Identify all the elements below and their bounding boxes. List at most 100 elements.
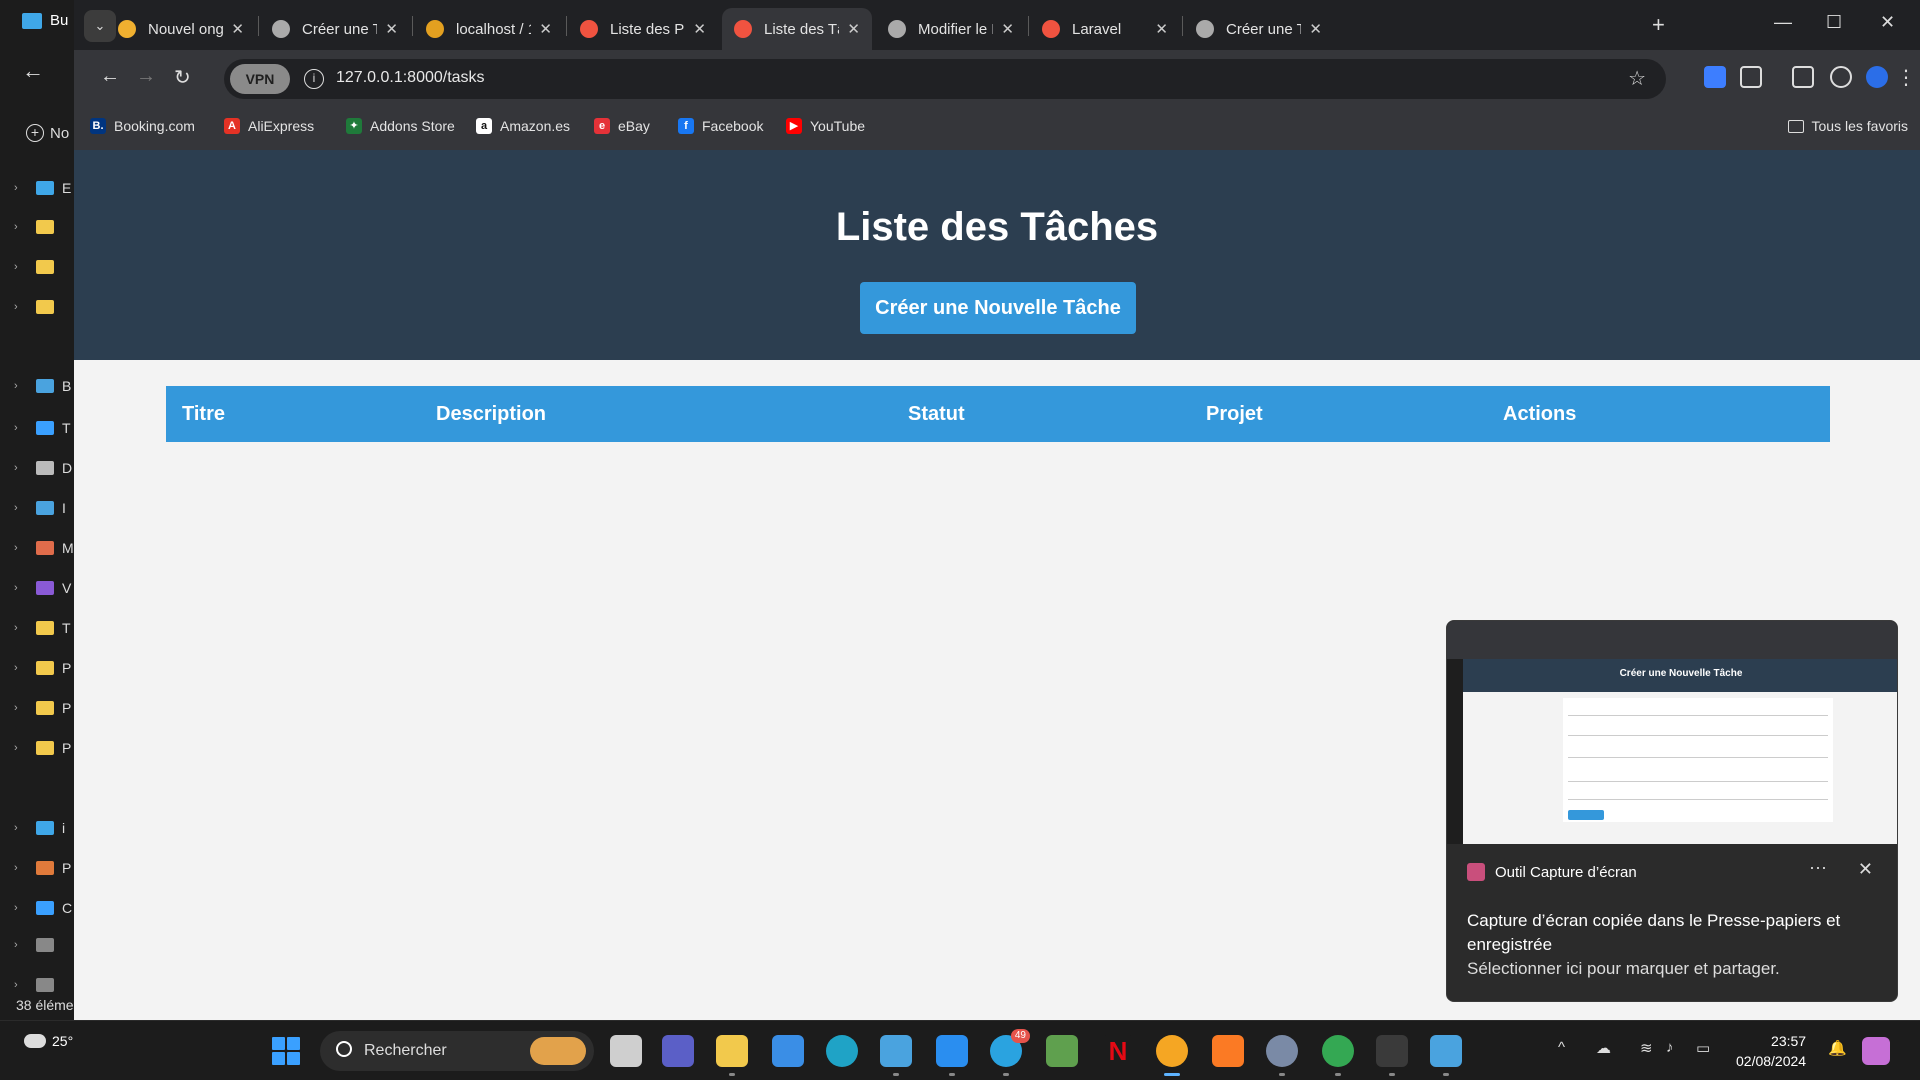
nodejs-icon[interactable] — [1046, 1035, 1078, 1067]
chevron-right-icon[interactable]: › — [14, 939, 28, 951]
windows-start-icon[interactable] — [272, 1037, 300, 1065]
more-options-icon[interactable]: ··· — [1809, 857, 1827, 878]
password-manager-icon[interactable] — [1704, 66, 1726, 88]
weather-widget[interactable]: 25° — [24, 1033, 73, 1049]
chevron-right-icon[interactable]: › — [14, 702, 28, 714]
screenshot-notification[interactable]: Créer une Nouvelle Tâche Outil Capture d… — [1446, 620, 1898, 1002]
explorer-nav-item[interactable]: › P — [14, 700, 71, 716]
explorer-nav-item[interactable]: › E — [14, 180, 71, 196]
chevron-right-icon[interactable]: › — [14, 979, 28, 991]
tab-close-icon[interactable]: ✕ — [693, 20, 706, 38]
tab-close-icon[interactable]: ✕ — [539, 20, 552, 38]
all-favorites-button[interactable]: Tous les favoris — [1787, 118, 1908, 134]
explorer-nav-item[interactable]: › V — [14, 580, 71, 596]
app-window-icon[interactable] — [880, 1035, 912, 1067]
explorer-nav-item[interactable]: › — [14, 260, 62, 274]
tab-close-icon[interactable]: ✕ — [385, 20, 398, 38]
chevron-right-icon[interactable]: › — [14, 462, 28, 474]
chevron-right-icon[interactable]: › — [14, 902, 28, 914]
explorer-nav-item[interactable]: › C — [14, 900, 72, 916]
site-info-icon[interactable]: i — [304, 69, 324, 89]
chevron-right-icon[interactable]: › — [14, 742, 28, 754]
address-bar[interactable]: VPN i 127.0.0.1:8000/tasks ☆ — [224, 59, 1666, 99]
browser-tab[interactable]: Nouvel onglet ✕ — [106, 8, 256, 50]
vpn-button[interactable]: VPN — [230, 64, 290, 94]
create-task-button[interactable]: Créer une Nouvelle Tâche — [860, 282, 1136, 334]
chevron-right-icon[interactable]: › — [14, 542, 28, 554]
browser-tab[interactable]: Créer une Tâche ✕ — [1184, 8, 1334, 50]
forward-arrow-icon[interactable]: → — [136, 65, 156, 88]
bookmark-item[interactable]: f Facebook — [678, 118, 763, 134]
minimize-icon[interactable]: — — [1774, 12, 1792, 33]
explorer-new-button[interactable]: + No — [26, 124, 69, 142]
show-hidden-icons-chevron-icon[interactable]: ^ — [1558, 1039, 1565, 1056]
profile-avatar-icon[interactable] — [1830, 66, 1852, 88]
bookmark-item[interactable]: ✦ Addons Store — [346, 118, 455, 134]
chevron-right-icon[interactable]: › — [14, 862, 28, 874]
browser-tab[interactable]: localhost / 127. ✕ — [414, 8, 564, 50]
chevron-right-icon[interactable]: › — [14, 261, 28, 273]
explorer-nav-item[interactable]: › — [14, 978, 62, 992]
tab-close-icon[interactable]: ✕ — [1309, 20, 1322, 38]
bookmark-item[interactable]: e eBay — [594, 118, 650, 134]
chevron-right-icon[interactable]: › — [14, 622, 28, 634]
opera-browser-icon[interactable] — [1156, 1035, 1188, 1067]
wifi-icon[interactable]: ≋ — [1640, 1039, 1653, 1057]
tab-close-icon[interactable]: ✕ — [1001, 20, 1014, 38]
chevron-right-icon[interactable]: › — [14, 822, 28, 834]
bookmark-item[interactable]: a Amazon.es — [476, 118, 570, 134]
tab-close-icon[interactable]: ✕ — [1155, 20, 1168, 38]
new-tab-button[interactable]: + — [1652, 12, 1665, 38]
edge-icon[interactable] — [826, 1035, 858, 1067]
copilot-icon[interactable] — [1862, 1037, 1890, 1065]
explorer-nav-item[interactable]: › I — [14, 500, 66, 516]
explorer-nav-item[interactable]: › P — [14, 660, 71, 676]
explorer-nav-item[interactable]: › — [14, 220, 62, 234]
back-arrow-icon[interactable]: ← — [100, 65, 120, 88]
microsoft-store-icon[interactable] — [772, 1035, 804, 1067]
explorer-nav-item[interactable]: › i — [14, 820, 65, 836]
browser-tab[interactable]: Liste des Tâches ✕ — [722, 8, 872, 50]
browser-tab[interactable]: Modifier le Proj ✕ — [876, 8, 1026, 50]
chevron-right-icon[interactable]: › — [14, 380, 28, 392]
explorer-nav-item[interactable]: › M — [14, 540, 74, 556]
browser-tab[interactable]: Créer une Tâche ✕ — [260, 8, 410, 50]
explorer-nav-item[interactable]: › T — [14, 620, 71, 636]
maximize-icon[interactable]: ☐ — [1826, 12, 1842, 33]
chevron-right-icon[interactable]: › — [14, 422, 28, 434]
menu-kebab-icon[interactable]: ⋮ — [1896, 65, 1916, 90]
close-notification-icon[interactable]: ✕ — [1858, 859, 1873, 880]
telegram-icon[interactable] — [990, 1029, 1030, 1067]
explorer-nav-item[interactable]: › D — [14, 460, 72, 476]
explorer-nav-item[interactable]: › T — [14, 420, 71, 436]
screenshot-preview[interactable]: Créer une Nouvelle Tâche — [1447, 621, 1897, 844]
file-explorer-icon[interactable] — [716, 1035, 748, 1067]
system-clock[interactable]: 23:57 02/08/2024 — [1736, 1031, 1806, 1071]
notepad-icon[interactable] — [1430, 1035, 1462, 1067]
explorer-nav-item[interactable]: › P — [14, 740, 71, 756]
explorer-back-arrow-icon[interactable]: ← — [22, 58, 44, 84]
tab-close-icon[interactable]: ✕ — [847, 20, 860, 38]
bookmark-item[interactable]: B. Booking.com — [90, 118, 195, 134]
reload-icon[interactable]: ↻ — [174, 65, 191, 90]
chevron-right-icon[interactable]: › — [14, 182, 28, 194]
shield-check-icon[interactable] — [1866, 66, 1888, 88]
chevron-right-icon[interactable]: › — [14, 502, 28, 514]
bookmark-item[interactable]: A AliExpress — [224, 118, 314, 134]
terminal-icon[interactable] — [1376, 1035, 1408, 1067]
browser-tab[interactable]: Liste des Projets ✕ — [568, 8, 718, 50]
chevron-right-icon[interactable]: › — [14, 582, 28, 594]
bookmark-star-icon[interactable]: ☆ — [1628, 66, 1646, 91]
chevron-right-icon[interactable]: › — [14, 662, 28, 674]
explorer-nav-item[interactable]: › — [14, 300, 62, 314]
vscode-icon[interactable] — [936, 1035, 968, 1067]
chrome-icon[interactable] — [1322, 1035, 1354, 1067]
tab-close-icon[interactable]: ✕ — [231, 20, 244, 38]
task-view-icon[interactable] — [610, 1035, 642, 1067]
extensions-puzzle-icon[interactable] — [1740, 66, 1762, 88]
chevron-right-icon[interactable]: › — [14, 301, 28, 313]
bookmark-item[interactable]: ▶ YouTube — [786, 118, 865, 134]
volume-icon[interactable]: ♪ — [1666, 1039, 1674, 1056]
explorer-title[interactable]: Bu — [22, 12, 68, 29]
notification-bell-icon[interactable]: 🔔 — [1828, 1039, 1847, 1057]
